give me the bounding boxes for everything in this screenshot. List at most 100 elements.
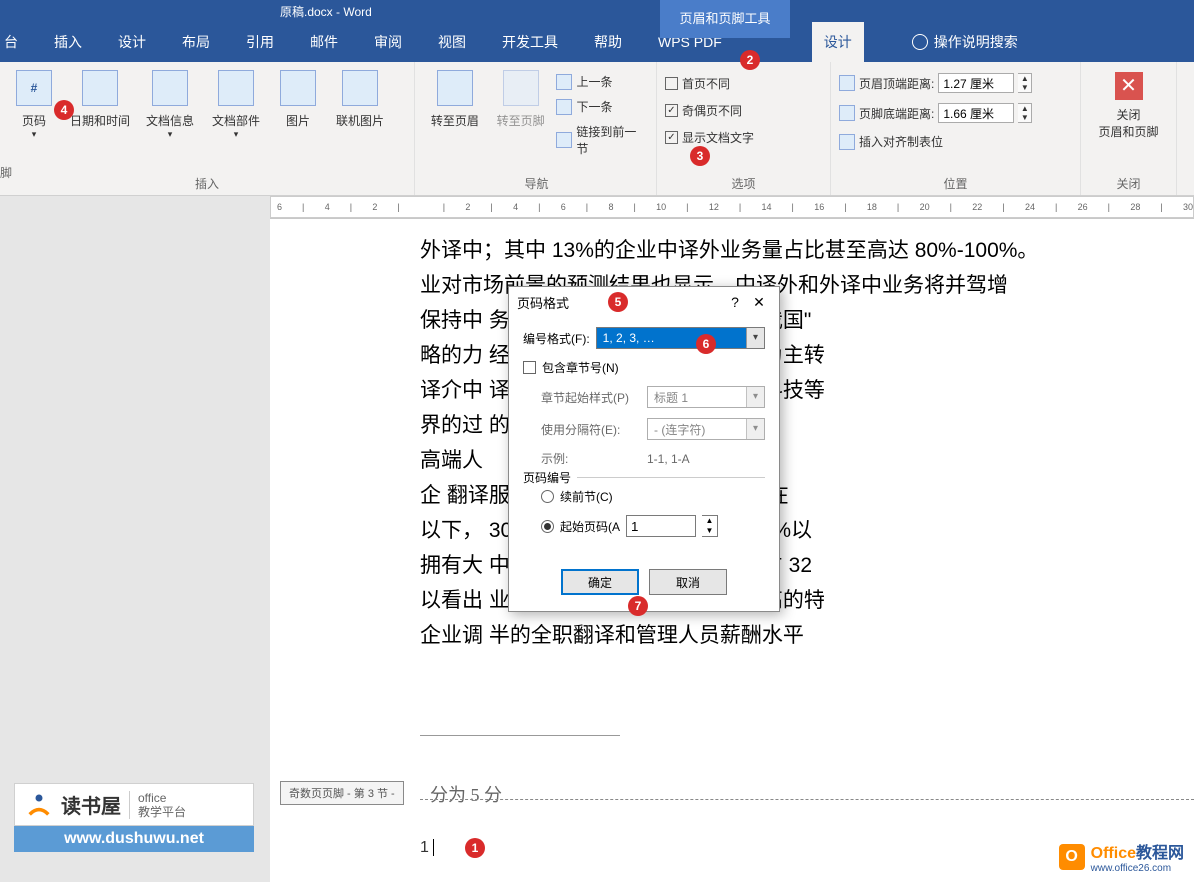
watermark-office26: O Office教程网 www.office26.com bbox=[1059, 839, 1184, 874]
picture-button[interactable]: 图片 bbox=[272, 66, 324, 175]
person-reading-icon bbox=[25, 791, 53, 819]
online-picture-button[interactable]: 联机图片 bbox=[330, 66, 390, 175]
checkbox-icon bbox=[665, 104, 678, 117]
group-label-options: 选项 bbox=[665, 175, 822, 195]
date-time-button[interactable]: 日期和时间 bbox=[66, 66, 134, 175]
ok-button[interactable]: 确定 bbox=[561, 569, 639, 595]
annotation-badge-3: 3 bbox=[690, 146, 710, 166]
tab-item[interactable]: 台 bbox=[0, 32, 22, 52]
chevron-down-icon: ▾ bbox=[746, 387, 764, 407]
cancel-button[interactable]: 取消 bbox=[649, 569, 727, 595]
checkbox-icon bbox=[665, 77, 678, 90]
group-label-position: 位置 bbox=[839, 175, 1072, 195]
next-icon bbox=[556, 99, 572, 115]
annotation-badge-5: 5 bbox=[608, 292, 628, 312]
page-number-field[interactable]: 1 bbox=[420, 839, 434, 857]
footer-snippet: 分为 5 分 bbox=[430, 781, 502, 807]
tell-me-search[interactable]: 操作说明搜索 bbox=[912, 32, 1018, 52]
tell-me-label: 操作说明搜索 bbox=[934, 32, 1018, 52]
tab-item[interactable]: 视图 bbox=[434, 32, 470, 52]
office-icon: O bbox=[1059, 844, 1085, 870]
dialog-title: 页码格式 bbox=[517, 293, 569, 312]
tab-item[interactable]: 布局 bbox=[178, 32, 214, 52]
tab-item[interactable]: 审阅 bbox=[370, 32, 406, 52]
calendar-icon bbox=[82, 70, 118, 106]
example-label: 示例: bbox=[541, 450, 641, 467]
start-at-input[interactable] bbox=[626, 515, 696, 537]
help-icon[interactable]: ? bbox=[723, 294, 747, 310]
picture-icon bbox=[280, 70, 316, 106]
group-label-close: 关闭 bbox=[1089, 175, 1168, 195]
close-icon[interactable]: ✕ bbox=[747, 294, 771, 311]
next-button[interactable]: 下一条 bbox=[556, 95, 648, 118]
close-header-footer-button[interactable]: ✕ 关闭 页眉和页脚 bbox=[1089, 66, 1168, 175]
footer-bottom-row: 页脚底端距离: ▲▼ bbox=[839, 100, 1072, 126]
tab-item[interactable]: 插入 bbox=[50, 32, 86, 52]
include-chapter-label: 包含章节号(N) bbox=[542, 359, 619, 376]
group-label-nav: 导航 bbox=[425, 175, 648, 195]
start-at-radio[interactable] bbox=[541, 520, 554, 533]
header-top-input[interactable] bbox=[938, 73, 1014, 93]
close-icon: ✕ bbox=[1115, 72, 1143, 100]
tab-item[interactable]: 帮助 bbox=[590, 32, 626, 52]
section-break-line bbox=[420, 735, 620, 736]
checkbox-icon bbox=[665, 131, 678, 144]
watermark-dushuwu: 读书屋 office教学平台 www.dushuwu.net bbox=[14, 783, 254, 852]
start-at-label: 起始页码(A bbox=[560, 518, 620, 535]
example-value: 1-1, 1-A bbox=[647, 452, 690, 466]
link-prev-button[interactable]: 链接到前一节 bbox=[556, 120, 648, 160]
bulb-icon bbox=[912, 34, 928, 50]
insert-tab-button[interactable]: 插入对齐制表位 bbox=[839, 130, 1072, 153]
group-label-insert: 插入 bbox=[8, 175, 406, 195]
doc-info-icon bbox=[152, 70, 188, 106]
diff-odd-even-checkbox[interactable]: 奇偶页不同 bbox=[665, 99, 822, 122]
footer-bottom-icon bbox=[839, 105, 855, 121]
header-top-icon bbox=[839, 75, 855, 91]
online-picture-icon bbox=[342, 70, 378, 106]
tab-item[interactable]: 引用 bbox=[242, 32, 278, 52]
annotation-badge-7: 7 bbox=[628, 596, 648, 616]
separator-select: - (连字符)▾ bbox=[647, 418, 765, 440]
chevron-down-icon: ▾ bbox=[746, 419, 764, 439]
dialog-title-bar[interactable]: 页码格式 ? ✕ bbox=[509, 287, 779, 317]
prev-button[interactable]: 上一条 bbox=[556, 70, 648, 93]
spinner[interactable]: ▲▼ bbox=[1018, 73, 1032, 93]
number-format-select[interactable]: 1, 2, 3, … ▾ bbox=[596, 327, 765, 349]
hash-icon: # bbox=[16, 70, 52, 106]
link-icon bbox=[556, 132, 572, 148]
annotation-badge-1: 1 bbox=[465, 838, 485, 858]
diff-first-checkbox[interactable]: 首页不同 bbox=[665, 72, 822, 95]
tab-design[interactable]: 设计 bbox=[812, 22, 864, 62]
goto-header-icon bbox=[437, 70, 473, 106]
goto-header-button[interactable]: 转至页眉 bbox=[425, 66, 485, 175]
title-bar: 原稿.docx - Word bbox=[0, 0, 1194, 22]
number-format-label: 编号格式(F): bbox=[523, 330, 590, 347]
page-number-button[interactable]: # 页码▾ bbox=[8, 66, 60, 175]
tab-item[interactable]: 邮件 bbox=[306, 32, 342, 52]
spinner[interactable]: ▲▼ bbox=[702, 515, 718, 537]
tab-item[interactable]: 开发工具 bbox=[498, 32, 562, 52]
ruler[interactable]: 6|4| 2|| 2|4| 6|8| 10|12| 14|16| 18|20| … bbox=[270, 196, 1194, 218]
footer-section-marker: 奇数页页脚 - 第 3 节 - bbox=[280, 781, 404, 805]
chevron-down-icon: ▾ bbox=[746, 328, 764, 348]
footer-boundary bbox=[420, 799, 1194, 800]
doc-parts-icon bbox=[218, 70, 254, 106]
spinner[interactable]: ▲▼ bbox=[1018, 103, 1032, 123]
goto-footer-button: 转至页脚 bbox=[491, 66, 551, 175]
annotation-badge-4: 4 bbox=[54, 100, 74, 120]
annotation-badge-2: 2 bbox=[740, 50, 760, 70]
context-tab[interactable]: 页眉和页脚工具 bbox=[660, 0, 790, 38]
footer-bottom-input[interactable] bbox=[938, 103, 1014, 123]
header-top-row: 页眉顶端距离: ▲▼ bbox=[839, 70, 1072, 96]
continue-label: 续前节(C) bbox=[560, 488, 613, 505]
show-doc-text-checkbox[interactable]: 显示文档文字 bbox=[665, 126, 822, 149]
tab-item[interactable]: 设计 bbox=[114, 32, 150, 52]
doc-info-button[interactable]: 文档信息▾ bbox=[140, 66, 200, 175]
tab-icon bbox=[839, 134, 855, 150]
prev-icon bbox=[556, 74, 572, 90]
doc-parts-button[interactable]: 文档部件▾ bbox=[206, 66, 266, 175]
include-chapter-checkbox[interactable] bbox=[523, 361, 536, 374]
annotation-badge-6: 6 bbox=[696, 334, 716, 354]
continue-radio[interactable] bbox=[541, 490, 554, 503]
page-number-format-dialog: 页码格式 ? ✕ 编号格式(F): 1, 2, 3, … ▾ 包含章节号(N) … bbox=[508, 286, 780, 612]
